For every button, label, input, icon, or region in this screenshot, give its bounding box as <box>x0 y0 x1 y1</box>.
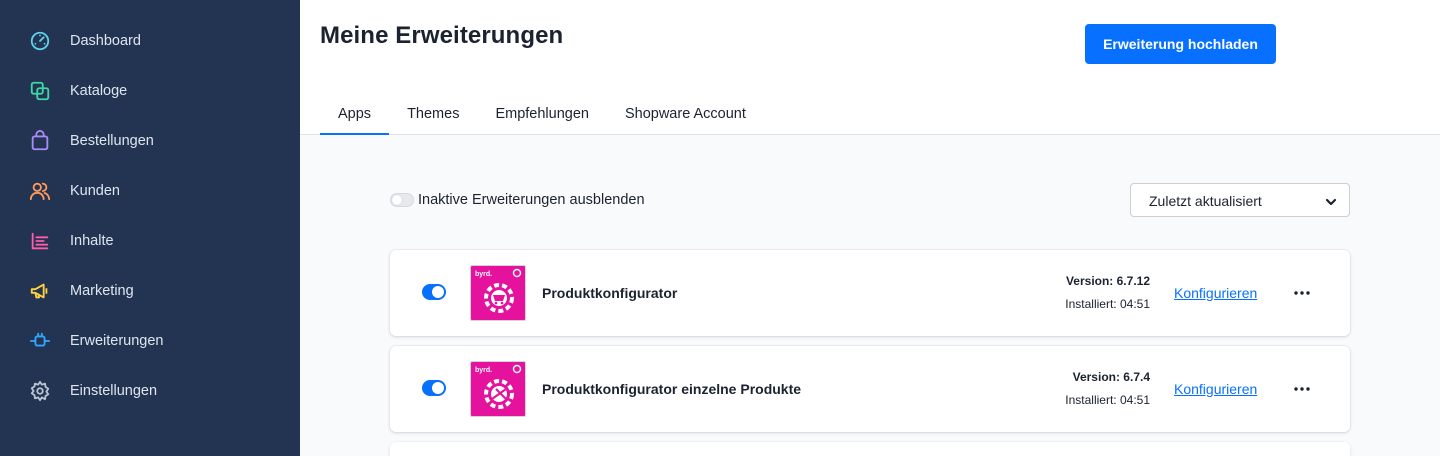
configure-link[interactable]: Konfigurieren <box>1174 250 1257 336</box>
upload-extension-button[interactable]: Erweiterung hochladen <box>1085 24 1276 64</box>
sort-select-value: Zuletzt aktualisiert <box>1149 193 1262 209</box>
extension-installed: Installiert: 04:51 <box>1065 393 1150 407</box>
tab-themes[interactable]: Themes <box>389 94 477 134</box>
sidebar-item-kataloge[interactable]: Kataloge <box>0 66 300 116</box>
shopping-bag-icon <box>28 129 52 153</box>
sidebar-item-label: Kunden <box>70 183 120 199</box>
sidebar-item-kunden[interactable]: Kunden <box>0 166 300 216</box>
extension-logo: byrd. <box>470 361 526 417</box>
extension-version: Version: 6.7.4 <box>1072 370 1150 384</box>
extension-card: byrd. Produktkonfigurator Version: 6.7.1… <box>390 250 1350 336</box>
content-icon <box>28 229 52 253</box>
sidebar-item-label: Inhalte <box>70 233 114 249</box>
sidebar-item-label: Bestellungen <box>70 133 154 149</box>
more-options-icon[interactable] <box>1290 282 1314 304</box>
catalog-icon <box>28 79 52 103</box>
configure-link[interactable]: Konfigurieren <box>1174 346 1257 432</box>
sidebar-item-bestellungen[interactable]: Bestellungen <box>0 116 300 166</box>
svg-text:byrd.: byrd. <box>475 271 492 278</box>
sidebar-item-dashboard[interactable]: Dashboard <box>0 16 300 66</box>
extension-name: Produktkonfigurator <box>542 285 678 301</box>
sidebar-item-label: Einstellungen <box>70 383 158 399</box>
sidebar-item-label: Kataloge <box>70 83 128 99</box>
tab-bar: Apps Themes Empfehlungen Shopware Accoun… <box>320 94 764 135</box>
sort-select[interactable]: Zuletzt aktualisiert <box>1130 183 1350 217</box>
more-options-icon[interactable] <box>1290 378 1314 400</box>
hide-inactive-label: Inaktive Erweiterungen ausblenden <box>418 192 645 208</box>
sidebar-item-label: Erweiterungen <box>70 333 164 349</box>
extension-active-toggle[interactable] <box>422 380 446 396</box>
sidebar-item-einstellungen[interactable]: Einstellungen <box>0 366 300 416</box>
gauge-icon <box>28 29 52 53</box>
extension-logo: byrd. <box>470 265 526 321</box>
plug-icon <box>28 329 52 353</box>
hide-inactive-toggle[interactable] <box>390 193 414 207</box>
extension-version: Version: 6.7.12 <box>1065 274 1150 288</box>
chevron-down-icon <box>1325 195 1337 207</box>
page-title: Meine Erweiterungen <box>320 22 564 49</box>
filter-row: Inaktive Erweiterungen ausblenden Zuletz… <box>390 183 1350 217</box>
page-header: Meine Erweiterungen Erweiterung hochlade… <box>300 0 1440 135</box>
gear-icon <box>28 379 52 403</box>
users-icon <box>28 179 52 203</box>
megaphone-icon <box>28 279 52 303</box>
tab-apps[interactable]: Apps <box>320 94 390 135</box>
main-content: Meine Erweiterungen Erweiterung hochlade… <box>300 0 1440 456</box>
extension-card: byrd. Produktkonfigurator einzelne Produ… <box>390 346 1350 432</box>
tab-empfehlungen[interactable]: Empfehlungen <box>477 94 607 134</box>
sidebar-item-erweiterungen[interactable]: Erweiterungen <box>0 316 300 366</box>
extension-installed: Installiert: 04:51 <box>1065 297 1150 311</box>
extension-active-toggle[interactable] <box>422 284 446 300</box>
sidebar-item-label: Dashboard <box>70 33 141 49</box>
extension-card-partial <box>390 442 1350 456</box>
tab-shopware-account[interactable]: Shopware Account <box>607 94 764 134</box>
svg-text:byrd.: byrd. <box>475 367 492 374</box>
sidebar-item-inhalte[interactable]: Inhalte <box>0 216 300 266</box>
extension-name: Produktkonfigurator einzelne Produkte <box>542 381 802 397</box>
sidebar: Dashboard Kataloge Bestellungen Kunden I… <box>0 0 300 456</box>
sidebar-item-marketing[interactable]: Marketing <box>0 266 300 316</box>
sidebar-item-label: Marketing <box>70 283 134 299</box>
